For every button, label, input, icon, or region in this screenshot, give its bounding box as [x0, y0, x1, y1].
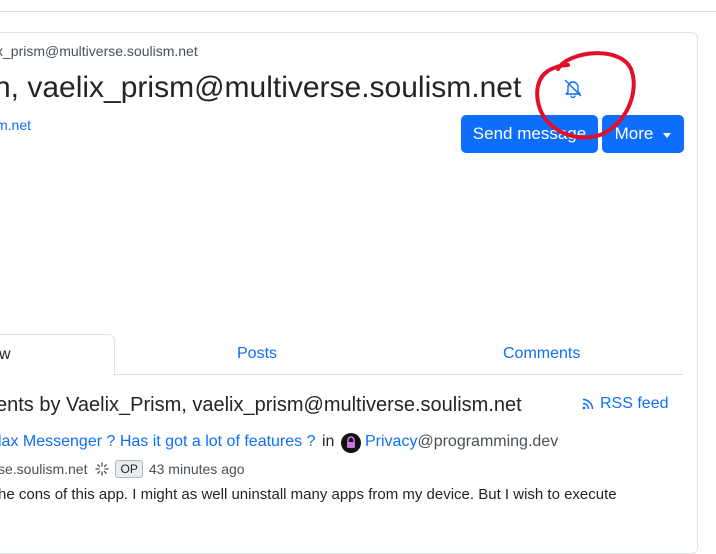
user-handle: x_prism@multiverse.soulism.net [0, 43, 198, 59]
rss-feed-label: RSS feed [600, 395, 669, 412]
tab-overview[interactable]: w [0, 334, 115, 377]
tabs-divider [113, 374, 684, 375]
page-title: n, vaelix_prism@multiverse.soulism.net [0, 71, 522, 104]
section-title: ents by Vaelix_Prism, vaelix_prism@multi… [0, 394, 522, 416]
op-badge: OP [115, 460, 143, 478]
community-name: Privacy [365, 433, 418, 450]
community-link[interactable]: Privacy@programming.dev [365, 433, 558, 451]
red-annotation-circle [535, 51, 636, 140]
rss-icon [582, 398, 594, 410]
author-link[interactable]: se.soulism.net [0, 461, 87, 477]
post-meta: se.soulism.net OP 43 minutes ago [0, 460, 245, 478]
community-lock-icon[interactable] [341, 433, 361, 453]
caret-down-icon [663, 132, 672, 138]
tab-posts[interactable]: Posts [237, 345, 277, 363]
instance-link[interactable]: m.net [0, 117, 31, 133]
top-divider [0, 11, 716, 12]
tab-comments[interactable]: Comments [503, 345, 580, 363]
post-body-snippet: he cons of this app. I might as well uni… [0, 486, 617, 503]
post-title-link[interactable]: lax Messenger ? Has it got a lot of feat… [0, 433, 316, 451]
community-domain: @programming.dev [417, 433, 559, 450]
rss-feed-link[interactable]: RSS feed [582, 395, 668, 413]
post-time: 43 minutes ago [148, 461, 245, 477]
tab-overview-label: w [0, 346, 11, 363]
in-label: in [322, 433, 335, 450]
loading-icon [95, 462, 110, 476]
